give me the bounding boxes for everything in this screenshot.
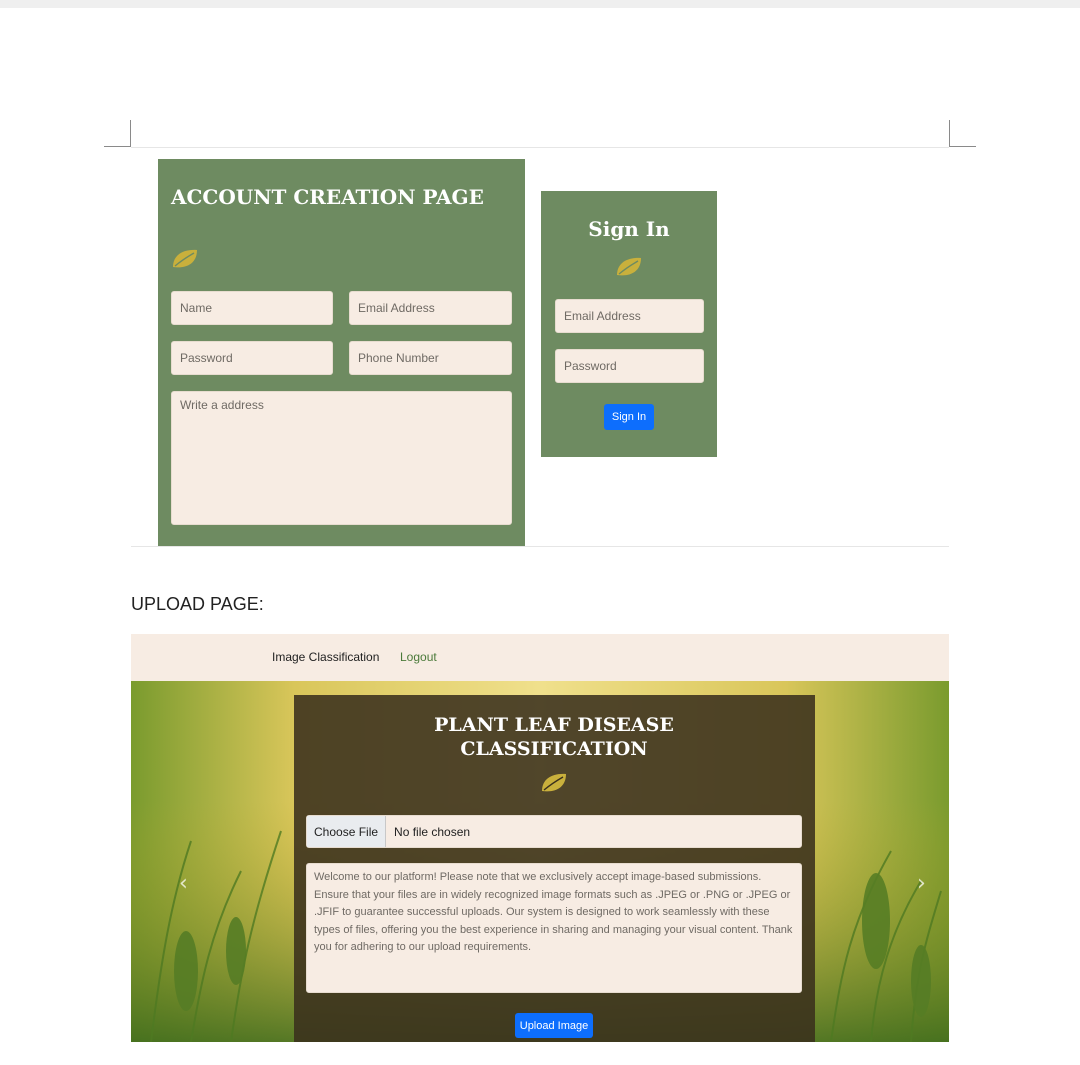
name-input[interactable]: Name: [171, 291, 333, 325]
upload-requirements-textarea[interactable]: Welcome to our platform! Please note tha…: [306, 863, 802, 993]
upload-image-button[interactable]: Upload Image: [515, 1013, 593, 1038]
nav-logout[interactable]: Logout: [400, 650, 437, 664]
document-top-bar: [0, 0, 1080, 8]
phone-input[interactable]: Phone Number: [349, 341, 512, 375]
signin-password-input[interactable]: Password: [555, 349, 704, 383]
page-top-rule: [131, 147, 949, 148]
carousel-next-arrow[interactable]: ›: [917, 871, 926, 896]
sign-in-button[interactable]: Sign In: [604, 404, 654, 430]
section-divider: [131, 546, 949, 547]
upload-page-label: UPLOAD PAGE:: [131, 594, 264, 614]
page-corner-mark-right: [949, 120, 976, 147]
leaf-icon: [617, 257, 641, 276]
sign-in-panel: Sign In Email Address Password Sign In: [541, 191, 717, 457]
signin-email-input[interactable]: Email Address: [555, 299, 704, 333]
leaf-icon: [173, 249, 197, 268]
account-page-title: ACCOUNT CREATION PAGE: [171, 185, 484, 209]
nav-image-classification[interactable]: Image Classification: [272, 650, 379, 664]
file-status-text: No file chosen: [394, 824, 471, 839]
sign-in-title: Sign In: [588, 217, 670, 241]
leaf-icon: [542, 773, 566, 792]
email-input[interactable]: Email Address: [349, 291, 512, 325]
classification-title: PLANT LEAF DISEASE CLASSIFICATION: [434, 714, 674, 760]
wheat-field-background: ‹ › PLANT LEAF DISEASE CLASSIFICATION Ch…: [131, 681, 949, 1042]
account-creation-panel: ACCOUNT CREATION PAGE Name Email Address…: [158, 159, 525, 546]
password-input[interactable]: Password: [171, 341, 333, 375]
page-corner-mark-left: [104, 120, 131, 147]
upload-navbar: Image Classification Logout: [131, 634, 949, 681]
file-input[interactable]: Choose File No file chosen: [306, 815, 802, 848]
address-textarea[interactable]: Write a address: [171, 391, 512, 525]
carousel-prev-arrow[interactable]: ‹: [179, 871, 188, 896]
classification-card: PLANT LEAF DISEASE CLASSIFICATION Choose…: [294, 695, 815, 1042]
choose-file-button[interactable]: Choose File: [307, 816, 387, 847]
